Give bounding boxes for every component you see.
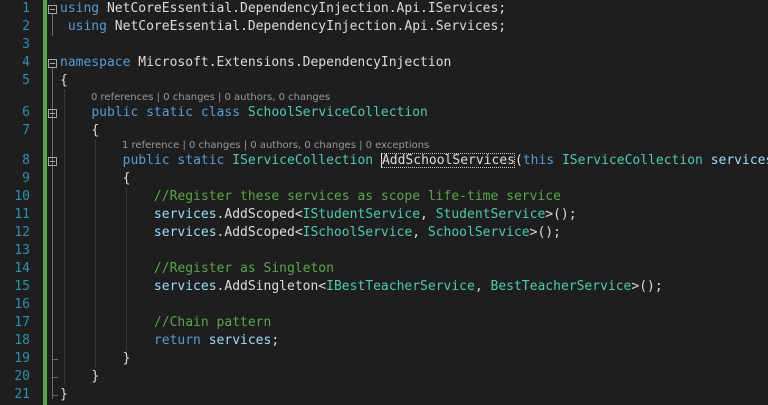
code-line-21[interactable]: } [60,386,68,404]
code-line-4[interactable]: namespace Microsoft.Extensions.Dependenc… [60,54,451,72]
method-call: .AddScoped< [216,225,303,240]
keyword: class [200,105,241,120]
line-number: 19 [14,351,30,366]
fold-end-tick [52,395,58,396]
type-ref: StudentService [435,207,546,222]
type-ref: BestTeacherService [490,279,632,294]
call-end: >(); [631,279,663,294]
param-name: services [710,153,768,168]
code-line-15[interactable]: services.AddSingleton<IBestTeacherServic… [60,278,663,296]
line-number: 1 [22,1,30,16]
line-number: 11 [14,207,30,222]
line-number: 21 [14,387,30,402]
variable: services [208,333,272,348]
code-line-9[interactable]: { [60,170,131,188]
codelens-class[interactable]: 0 references | 0 changes | 0 authors, 0 … [91,91,330,105]
line-number: 10 [14,189,30,204]
line-number: 12 [14,225,30,240]
keyword: static [177,153,225,168]
keyword: using [67,19,107,34]
brace: { [91,123,100,138]
code-line-10[interactable]: //Register these services as scope life-… [60,188,561,206]
line-number: 20 [14,369,30,384]
method-call: .AddScoped< [216,207,303,222]
line-number: 7 [22,123,30,138]
namespace-ref: NetCoreEssential.DependencyInjection.Api… [106,19,507,34]
code-line-2[interactable]: using NetCoreEssential.DependencyInjecti… [60,18,506,36]
code-line-5[interactable]: { [60,72,68,90]
type-ref: ISchoolService [302,225,413,240]
fold-end-tick [52,359,58,360]
line-number: 4 [22,55,30,70]
code-line-6[interactable]: public static class SchoolServiceCollect… [60,104,428,122]
fold-line [52,14,53,36]
keyword: using [60,1,100,16]
brace: } [91,369,100,384]
separator: , [474,279,491,294]
class-name: SchoolServiceCollection [247,105,428,120]
line-number: 9 [22,171,30,186]
paren: ( [515,153,523,168]
keyword: namespace [60,55,131,70]
type-ref: IBestTeacherService [326,279,475,294]
method-call: .AddSingleton< [216,279,327,294]
call-end: >(); [545,207,577,222]
line-number: 3 [22,37,30,52]
line-number: 16 [14,297,30,312]
keyword: public [122,153,170,168]
code-line-17[interactable]: //Chain pattern [60,314,271,332]
param-type: IServiceCollection [561,153,703,168]
line-number: 18 [14,333,30,348]
collapse-icon[interactable] [48,5,57,14]
collapse-icon[interactable] [48,109,57,118]
comment: //Register as Singleton [153,261,334,276]
line-number: 15 [14,279,30,294]
code-line-8[interactable]: public static IServiceCollection AddScho… [60,152,768,170]
code-line-1[interactable]: using NetCoreEssential.DependencyInjecti… [60,0,506,18]
line-number: 14 [14,261,30,276]
separator: , [420,207,436,222]
variable: services [153,279,217,294]
variable: services [153,225,217,240]
code-line-18[interactable]: return services; [60,332,279,350]
collapse-icon[interactable] [48,59,57,68]
code-line-20[interactable]: } [60,368,99,386]
brace: } [60,387,68,402]
fold-end-tick [52,377,58,378]
semicolon: ; [271,333,280,348]
brace: { [60,73,68,88]
keyword: public [91,105,139,120]
namespace-ref: NetCoreEssential.DependencyInjection.Api… [99,1,507,16]
code-editor[interactable]: 1 2 3 4 5 6 7 8 9 10 11 12 13 14 15 16 1… [0,0,768,405]
keyword: this [522,153,555,168]
brace: } [122,351,131,366]
code-line-14[interactable]: //Register as Singleton [60,260,334,278]
code-line-19[interactable]: } [60,350,131,368]
change-indicator-bar [43,0,47,405]
call-end: >(); [529,225,561,240]
namespace-name: Microsoft.Extensions.DependencyInjection [130,55,452,70]
return-type: IServiceCollection [232,153,374,168]
keyword: static [146,105,194,120]
comment: //Register these services as scope life-… [153,189,561,204]
separator: , [412,225,428,240]
method-name-highlight[interactable]: AddSchoolServices [380,153,515,168]
brace: { [122,171,131,186]
keyword: return [153,333,201,348]
code-line-12[interactable]: services.AddScoped<ISchoolService, Schoo… [60,224,561,242]
code-line-7[interactable]: { [60,122,99,140]
line-number: 17 [14,315,30,330]
line-number: 8 [22,153,30,168]
line-number: 2 [22,19,30,34]
line-number: 6 [22,105,30,120]
variable: services [153,207,217,222]
type-ref: SchoolService [427,225,530,240]
codelens-method[interactable]: 1 reference | 0 changes | 0 authors, 0 c… [122,139,429,153]
line-number: 13 [14,243,30,258]
type-ref: IStudentService [302,207,421,222]
code-line-11[interactable]: services.AddScoped<IStudentService, Stud… [60,206,577,224]
line-number: 5 [22,73,30,88]
collapse-icon[interactable] [48,157,57,166]
comment: //Chain pattern [153,315,272,330]
